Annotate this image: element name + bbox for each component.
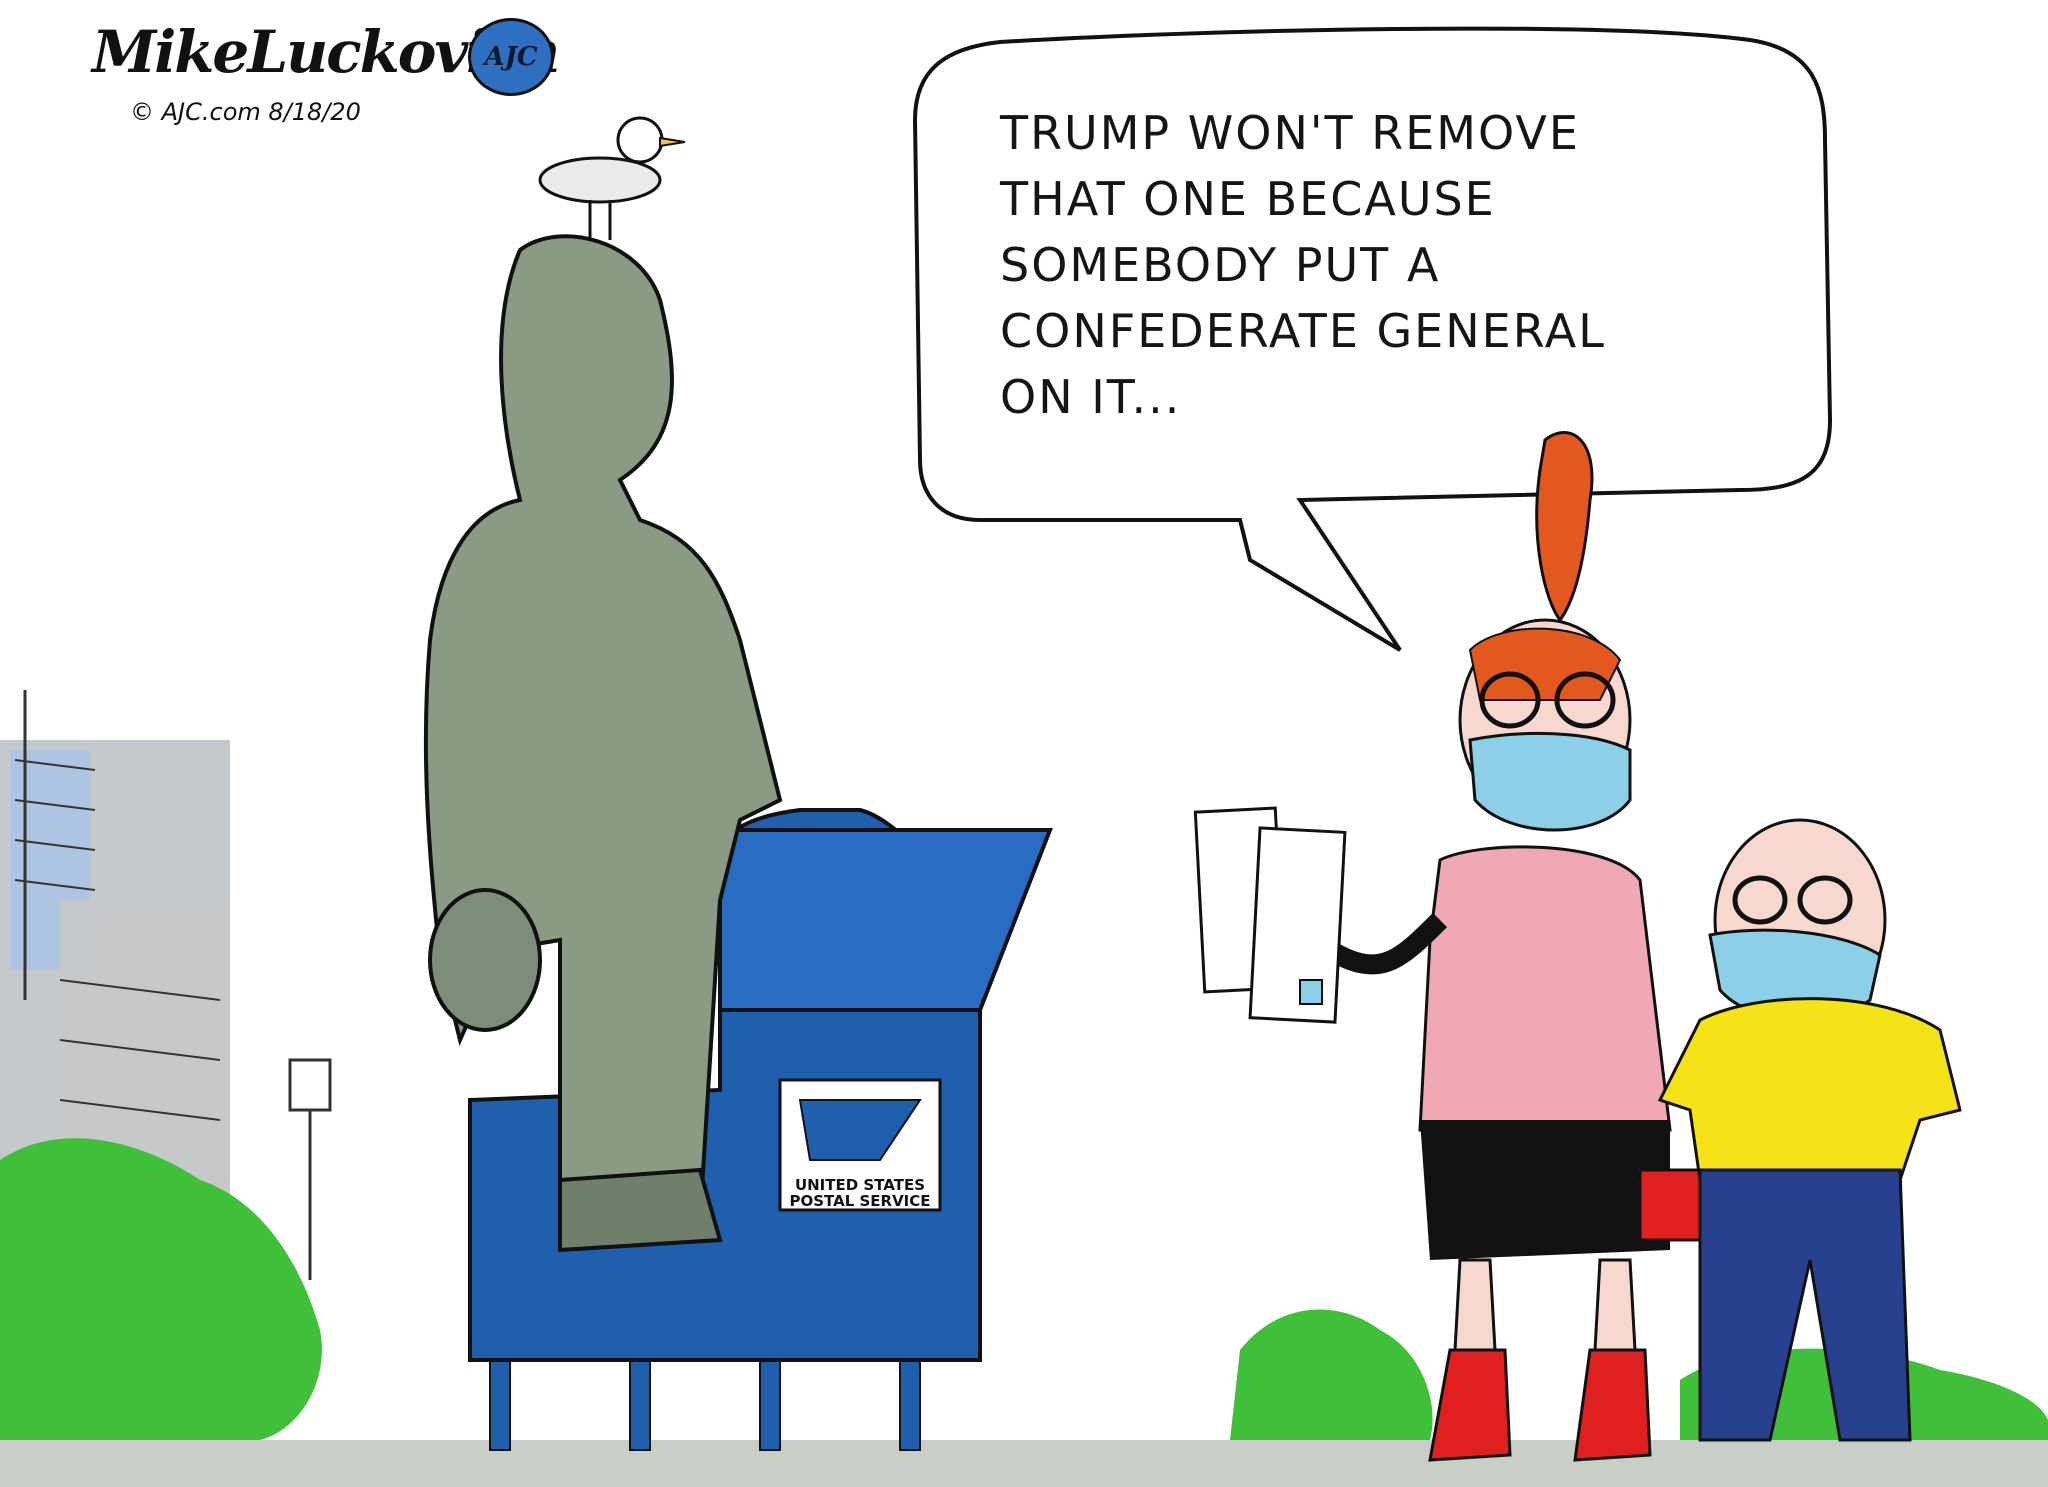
statue-hat (428, 888, 542, 1032)
woman-character (1324, 431, 1722, 1462)
envelopes-in-hand (1193, 806, 1347, 1024)
speech-line-5: ON IT... (1000, 370, 1182, 424)
copyright-credit: © AJC.com 8/18/20 (130, 98, 361, 126)
face-mask-icon (1468, 731, 1632, 832)
speech-line-4: CONFEDERATE GENERAL (1000, 304, 1606, 358)
yellow-shirt (1657, 997, 1962, 1182)
hair-bun (1535, 431, 1594, 623)
speech-line-1: TRUMP WON'T REMOVE (1000, 106, 1580, 160)
black-skirt (1420, 1120, 1670, 1260)
speech-line-2: THAT ONE BECAUSE (1000, 172, 1496, 226)
man-character (1657, 818, 1962, 1442)
seagull (538, 116, 686, 240)
statue-boot (558, 1167, 723, 1253)
usps-label-line2: POSTAL SERVICE (789, 1192, 930, 1210)
speech-bubble-text: TRUMP WON'T REMOVE THAT ONE BECAUSE SOME… (1000, 100, 1700, 430)
speech-line-3: SOMEBODY PUT A (1000, 238, 1441, 292)
ajc-logo-badge: AJC (468, 18, 554, 96)
sidewalk (0, 1440, 2048, 1487)
red-boot (1428, 1348, 1512, 1462)
pink-shirt (1418, 845, 1672, 1132)
cartoon-canvas: UNITED STATES POSTAL SERVICE MikeLuckovi… (0, 0, 2048, 1487)
